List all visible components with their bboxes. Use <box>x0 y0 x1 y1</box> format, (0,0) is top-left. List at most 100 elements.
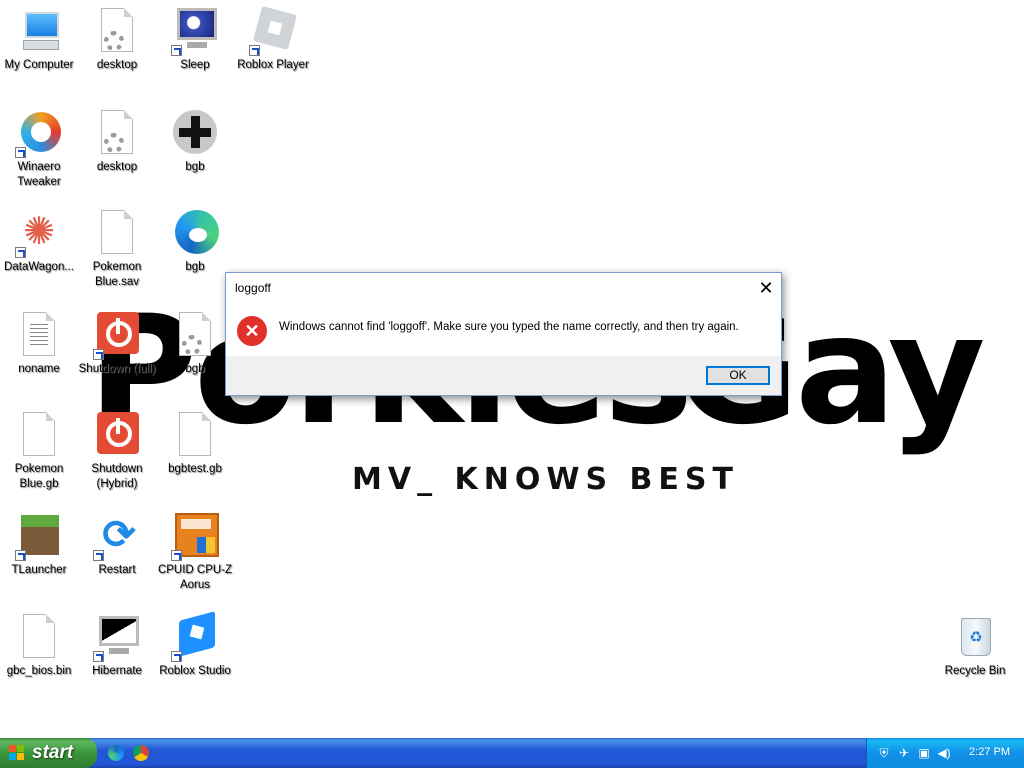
desktop-icon-sleep[interactable]: Sleep <box>156 8 234 73</box>
dialog-title: loggoff <box>235 281 271 295</box>
desktop-icon-label: Roblox Studio <box>159 665 231 677</box>
desktop-icon-label: DataWagon... <box>4 261 74 273</box>
network-icon[interactable]: ▣ <box>917 746 931 760</box>
dialog-message: Windows cannot find 'loggoff'. Make sure… <box>279 321 739 333</box>
desktop-icon-shutdown-full[interactable]: Shutdown (full) <box>78 312 156 377</box>
network-disabled-icon[interactable]: ✈ <box>897 746 911 760</box>
desktop-icon-label: Winaero Tweaker <box>17 161 61 188</box>
desktop-icon-label: desktop <box>96 59 138 71</box>
computer-icon <box>15 8 63 56</box>
edge-icon <box>171 210 219 258</box>
gamepad-icon <box>171 110 219 158</box>
ok-button[interactable]: OK <box>706 366 770 385</box>
minecraft-icon <box>15 513 63 561</box>
desktop-icon-tlauncher[interactable]: TLauncher <box>0 513 78 578</box>
desktop-icon-label: desktop <box>96 161 138 173</box>
file-icon <box>93 210 141 258</box>
error-icon: ✕ <box>237 316 267 346</box>
desktop-icon-bgbtest[interactable]: bgbtest.gb <box>156 412 234 477</box>
desktop-icon-pokemon-blue-sav[interactable]: Pokemon Blue.sav <box>78 210 156 290</box>
shortcut-arrow-icon <box>93 651 104 662</box>
desktop-icon-label: Pokemon Blue.sav <box>92 261 142 288</box>
roblox-icon <box>249 5 298 56</box>
error-dialog: loggoff ✕ ✕ Windows cannot find 'loggoff… <box>225 272 782 396</box>
close-icon[interactable]: ✕ <box>751 273 781 303</box>
desktop-icon-desktop-1[interactable]: desktop <box>78 8 156 73</box>
shortcut-arrow-icon <box>93 550 104 561</box>
desktop-icon-recycle-bin[interactable]: ♻ Recycle Bin <box>936 614 1014 679</box>
desktop-icon-label: bgb <box>185 161 205 173</box>
desktop-icon-bgb-2[interactable]: bgb <box>156 210 234 275</box>
desktop-icon-label: bgb <box>185 261 205 273</box>
desktop-icon-desktop-2[interactable]: desktop <box>78 110 156 175</box>
volume-icon[interactable]: ◀) <box>937 746 951 760</box>
clock[interactable]: 2:27 PM <box>969 746 1010 758</box>
desktop-icon-label: noname <box>18 363 60 375</box>
start-button[interactable]: start <box>0 738 97 768</box>
desktop-icon-label: Sleep <box>180 59 210 71</box>
power-icon <box>93 312 141 360</box>
desktop-icon-label: Restart <box>98 564 136 576</box>
file-icon <box>15 412 63 460</box>
settings-file-icon <box>93 110 141 158</box>
shortcut-arrow-icon <box>15 550 26 561</box>
winaero-icon <box>15 110 63 158</box>
power-icon <box>93 412 141 460</box>
shield-icon[interactable]: ⛨ <box>877 746 891 760</box>
desktop-icon-label: Roblox Player <box>237 59 309 71</box>
edge-icon[interactable] <box>108 745 124 761</box>
text-file-icon <box>15 312 63 360</box>
desktop-icon-gbc-bios[interactable]: gbc_bios.bin <box>0 614 78 679</box>
desktop: Porkies – Gay MV_ KNOWS BEST My Computer… <box>0 0 1024 738</box>
system-tray: ⛨ ✈ ▣ ◀) 2:27 PM <box>866 738 1024 768</box>
shortcut-arrow-icon <box>249 45 260 56</box>
desktop-icon-label: TLauncher <box>11 564 67 576</box>
file-icon <box>15 614 63 662</box>
desktop-icon-roblox-player[interactable]: Roblox Player <box>234 5 312 73</box>
desktop-icon-label: Shutdown (full) <box>78 363 156 375</box>
desktop-icon-noname[interactable]: noname <box>0 312 78 377</box>
dialog-body: ✕ Windows cannot find 'loggoff'. Make su… <box>226 303 781 356</box>
desktop-icon-hibernate[interactable]: Hibernate <box>78 614 156 679</box>
desktop-icon-shutdown-hybrid[interactable]: Shutdown (Hybrid) <box>78 412 156 492</box>
desktop-icon-label: CPUID CPU-Z Aorus <box>157 564 233 591</box>
desktop-icon-restart[interactable]: ⟳ Restart <box>78 513 156 578</box>
desktop-icon-datawagon[interactable]: ✺ DataWagon... <box>0 210 78 275</box>
desktop-icon-label: My Computer <box>4 59 74 71</box>
file-icon <box>171 412 219 460</box>
desktop-icon-label: Pokemon Blue.gb <box>14 463 64 490</box>
desktop-icon-cpuz[interactable]: CPUID CPU-Z Aorus <box>156 513 234 593</box>
windows-logo-icon <box>9 745 25 761</box>
desktop-icon-winaero-tweaker[interactable]: Winaero Tweaker <box>0 110 78 190</box>
desktop-icon-label: Recycle Bin <box>944 665 1006 677</box>
shortcut-arrow-icon <box>171 651 182 662</box>
desktop-icon-label: bgbtest.gb <box>168 463 222 475</box>
settings-file-icon <box>171 312 219 360</box>
settings-file-icon <box>93 8 141 56</box>
shortcut-arrow-icon <box>171 550 182 561</box>
datawagon-icon: ✺ <box>15 210 63 258</box>
desktop-icon-roblox-studio[interactable]: Roblox Studio <box>156 611 234 679</box>
monitor-icon <box>171 8 219 56</box>
wallpaper-subtitle: MV_ KNOWS BEST <box>352 462 739 497</box>
dialog-title-bar[interactable]: loggoff ✕ <box>226 273 781 303</box>
desktop-icon-pokemon-blue-gb[interactable]: Pokemon Blue.gb <box>0 412 78 492</box>
shortcut-arrow-icon <box>93 349 104 360</box>
shortcut-arrow-icon <box>15 147 26 158</box>
cpuz-icon <box>171 513 219 561</box>
desktop-icon-bgb-1[interactable]: bgb <box>156 110 234 175</box>
shortcut-arrow-icon <box>171 45 182 56</box>
roblox-studio-icon <box>171 611 219 662</box>
restart-icon: ⟳ <box>93 513 141 561</box>
recycle-bin-icon: ♻ <box>951 614 999 662</box>
taskbar: start ⛨ ✈ ▣ ◀) 2:27 PM <box>0 738 1024 768</box>
desktop-icon-bgb-3[interactable]: bgb <box>156 312 234 377</box>
desktop-icon-label: bgb <box>185 363 205 375</box>
desktop-icon-label: Hibernate <box>92 665 142 677</box>
desktop-icon-label: Shutdown (Hybrid) <box>91 463 143 490</box>
monitor-icon <box>93 614 141 662</box>
desktop-icon-my-computer[interactable]: My Computer <box>0 8 78 73</box>
shortcut-arrow-icon <box>15 247 26 258</box>
desktop-icon-label: gbc_bios.bin <box>6 665 72 677</box>
chrome-icon[interactable] <box>133 745 149 761</box>
